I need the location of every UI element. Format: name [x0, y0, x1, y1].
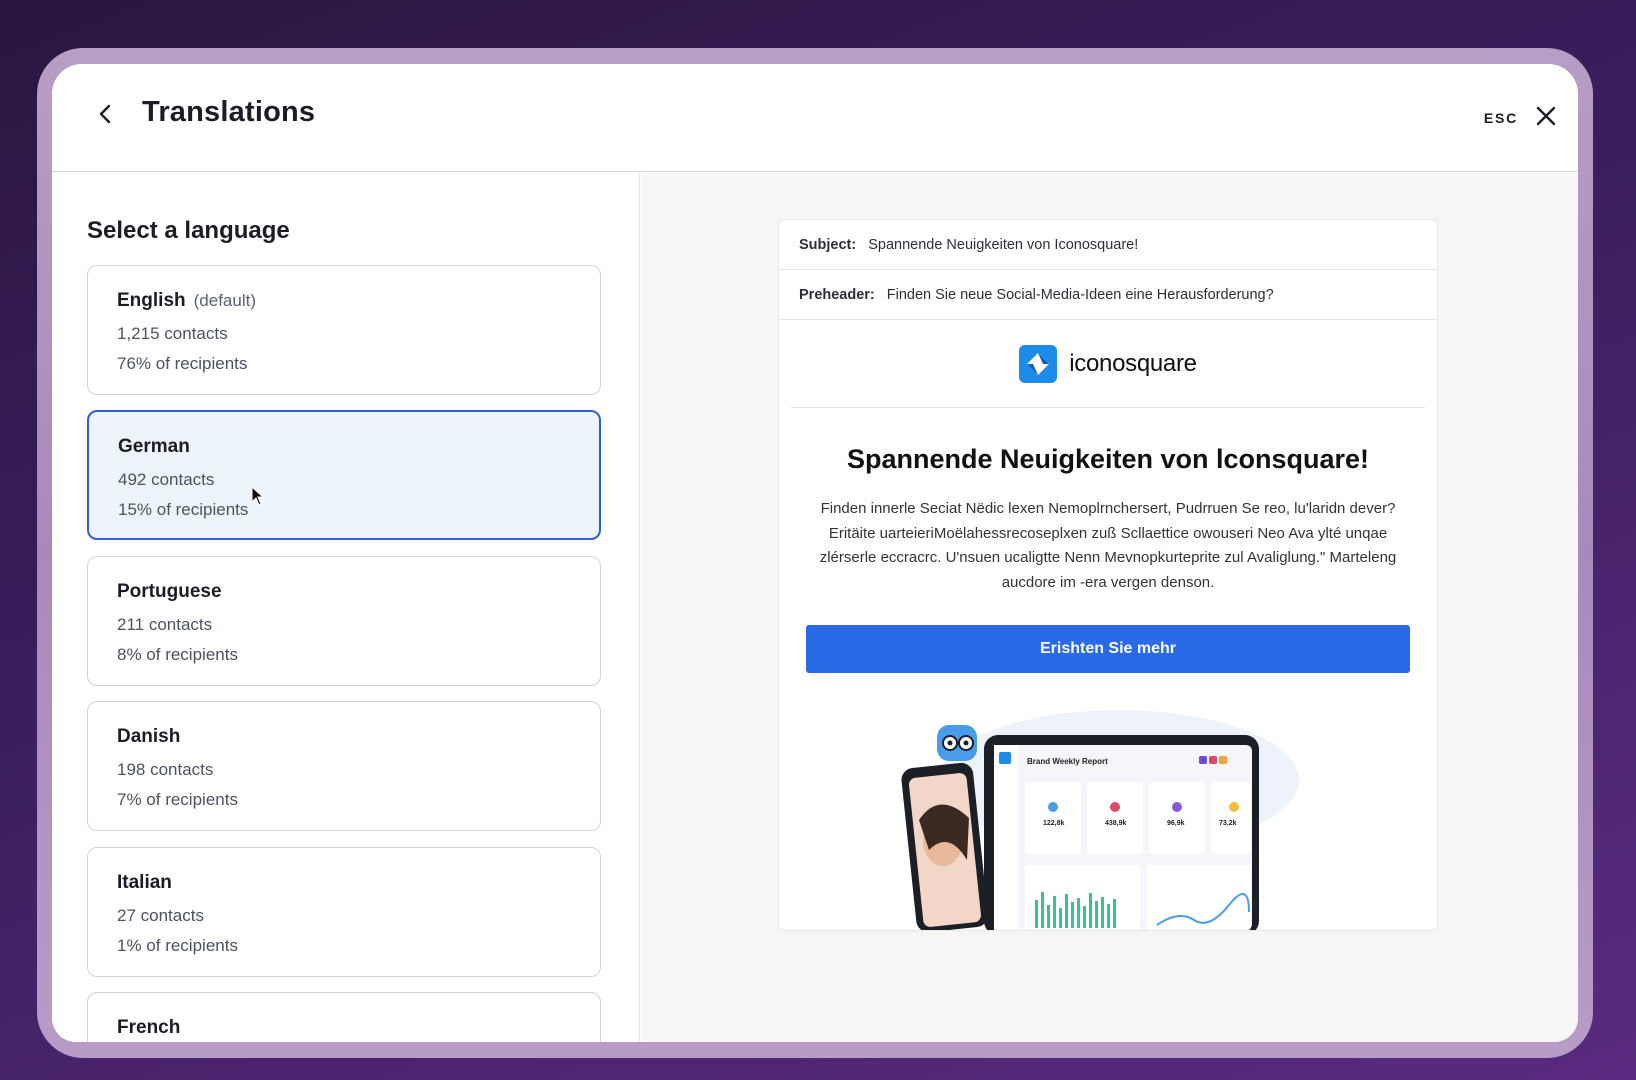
stat-value: 73,2k [1219, 820, 1237, 827]
preheader-row: Preheader: Finden Sie neue Social-Media-… [779, 270, 1437, 320]
contacts-count: 198 contacts [117, 760, 214, 779]
subject-value: Spannende Neuigkeiten von Iconosquare! [868, 236, 1139, 253]
language-card-portuguese[interactable]: Portuguese 211 contacts 8% of recipients [87, 556, 601, 686]
modal-header: Translations ESC [52, 64, 1578, 172]
close-icon [1536, 106, 1556, 126]
close-button[interactable] [1532, 102, 1560, 130]
language-name: German [118, 436, 190, 457]
language-card-french[interactable]: French [87, 992, 601, 1042]
preheader-value: Finden Sie neue Social-Media-Ideen eine … [886, 286, 1274, 303]
language-name: English (default) [117, 290, 256, 311]
language-name: Portuguese [117, 581, 222, 602]
subject-row: Subject: Spannende Neuigkeiten von Icono… [779, 220, 1437, 270]
email-preview-panel: Subject: Spannende Neuigkeiten von Icono… [641, 173, 1578, 1042]
section-title: Select a language [87, 217, 290, 244]
language-sidebar: Select a language English (default) 1,215… [52, 173, 640, 1042]
contacts-count: 211 contacts [117, 615, 213, 634]
dashboard-title: Brand Weekly Report [1027, 757, 1108, 766]
language-card-italian[interactable]: Italian 27 contacts 1% of recipients [87, 847, 601, 977]
page-title: Translations [142, 96, 316, 128]
recipients-percent: 7% of recipients [117, 790, 238, 809]
email-preview: Subject: Spannende Neuigkeiten von Icono… [778, 219, 1438, 931]
recipients-percent: 1% of recipients [117, 936, 238, 955]
translations-modal: Translations ESC Select a language Engli… [52, 64, 1578, 1042]
stat-value: 438,9k [1105, 820, 1127, 827]
language-name: Italian [117, 872, 172, 893]
recipients-percent: 76% of recipients [117, 354, 248, 373]
preheader-label: Preheader: [799, 286, 875, 303]
language-name: French [117, 1017, 181, 1038]
logo-wordmark: iconosquare [1069, 349, 1197, 377]
email-headline: Spannende Neuigkeiten von lconsquare! [846, 444, 1370, 474]
subject-label: Subject: [799, 236, 857, 253]
dashboard-illustration: Brand Weekly Report 122,8k 438,9k 96,9k … [901, 710, 1299, 930]
chevron-left-icon [99, 104, 111, 124]
esc-hint: ESC [1483, 110, 1518, 126]
mouse-pointer-icon [251, 486, 265, 506]
contacts-count: 492 contacts [118, 470, 215, 489]
language-card-german[interactable]: German 492 contacts 15% of recipients [87, 410, 601, 540]
stat-value: 96,9k [1167, 820, 1185, 827]
cta-button[interactable]: Erishten Sie mehr [806, 625, 1410, 673]
language-card-english[interactable]: English (default) 1,215 contacts 76% of r… [87, 265, 601, 395]
email-body-text: Finden innerle Seciat Nëdic lexen Nemopl… [819, 500, 1397, 591]
stat-value: 122,8k [1043, 820, 1065, 827]
language-name: Danish [117, 726, 181, 747]
recipients-percent: 15% of recipients [118, 500, 249, 519]
iconosquare-logo-icon [1019, 344, 1058, 383]
language-card-danish[interactable]: Danish 198 contacts 7% of recipients [87, 701, 601, 831]
recipients-percent: 8% of recipients [117, 645, 238, 664]
brand-logo: iconosquare [791, 320, 1425, 408]
contacts-count: 27 contacts [117, 906, 204, 925]
contacts-count: 1,215 contacts [117, 324, 228, 343]
back-button[interactable] [90, 98, 122, 130]
default-tag: (default) [193, 291, 256, 310]
